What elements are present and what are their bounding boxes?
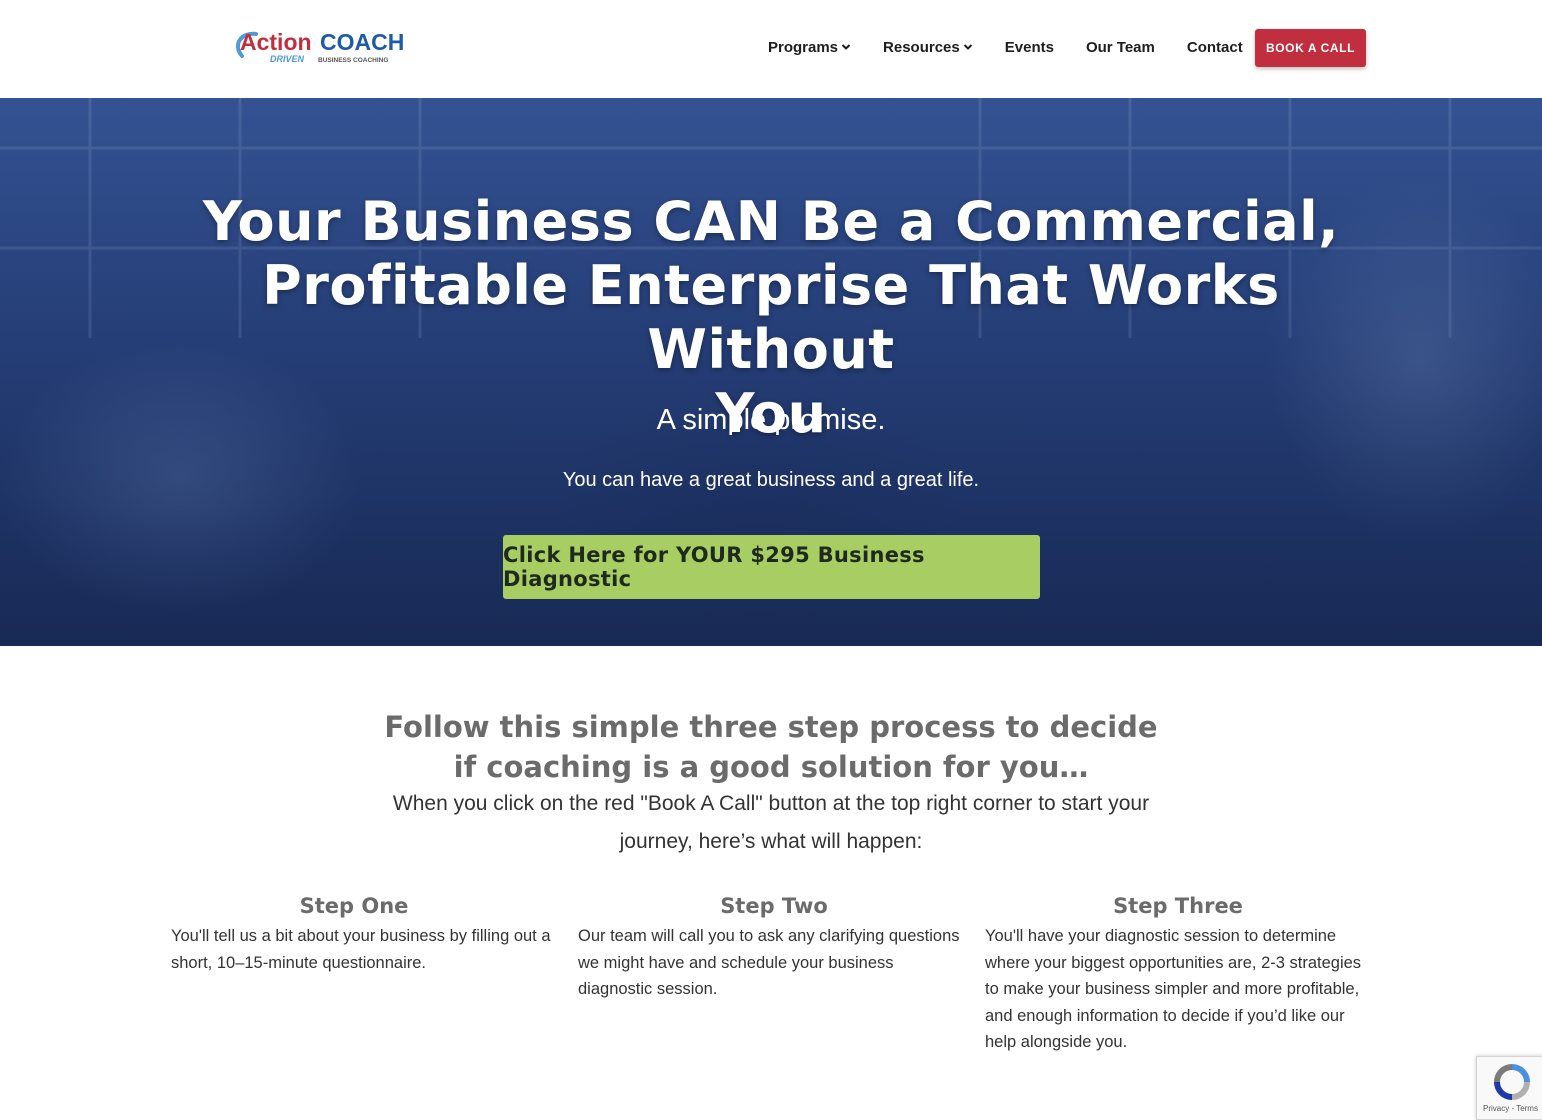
logo-action-text: Action <box>240 29 312 55</box>
business-diagnostic-cta-button[interactable]: Click Here for YOUR $295 Business Diagno… <box>503 535 1040 599</box>
step-title: Step One <box>299 894 409 918</box>
chevron-down-icon <box>963 44 972 50</box>
nav-programs-label: Programs <box>768 38 839 56</box>
main-nav: Programs Resources Events Our Team Conta… <box>752 28 1275 66</box>
recaptcha-links[interactable]: Privacy - Terms <box>1483 1104 1538 1113</box>
hero-title-line: Your Business CAN Be a Commercial, <box>202 190 1340 253</box>
process-intro-line: journey, here’s what will happen: <box>619 830 923 853</box>
step-two: Step Two Our team will call you to ask a… <box>578 894 970 1003</box>
nav-events[interactable]: Events <box>1005 39 1054 56</box>
logo-driven-text: DRIVEN <box>270 54 305 64</box>
nav-events-label: Events <box>1004 38 1054 56</box>
hero-banner: Your Business CAN Be a Commercial, Profi… <box>0 98 1542 646</box>
hero-title-line: Profitable Enterprise That Works Without <box>262 254 1280 381</box>
nav-contact-label: Contact <box>1186 38 1243 56</box>
step-text: Our team will call you to ask any clarif… <box>578 927 960 998</box>
nav-resources-label: Resources <box>883 38 960 56</box>
nav-programs[interactable]: Programs <box>768 39 851 56</box>
nav-resources[interactable]: Resources <box>883 39 973 56</box>
chevron-down-icon <box>841 44 851 50</box>
step-text: You'll have your diagnostic session to d… <box>985 927 1362 1051</box>
step-three: Step Three You'll have your diagnostic s… <box>985 894 1371 1056</box>
actioncoach-logo[interactable]: Action COACH DRIVEN BUSINESS COACHING <box>232 26 412 68</box>
site-header: Action COACH DRIVEN BUSINESS COACHING Pr… <box>0 0 1542 98</box>
process-intro-line: When you click on the red "Book A Call" … <box>392 792 1150 815</box>
process-title: Follow this simple three step process to… <box>0 707 1542 787</box>
hero-tagline: You can have a great business and a grea… <box>562 469 980 491</box>
process-title-line: if coaching is a good solution for you… <box>453 750 1089 784</box>
logo-tagline-text: BUSINESS COACHING <box>318 57 388 64</box>
step-one: Step One You'll tell us a bit about your… <box>171 894 557 976</box>
nav-contact[interactable]: Contact <box>1187 39 1243 56</box>
step-title: Step Three <box>1113 894 1243 918</box>
step-title: Step Two <box>720 894 828 918</box>
logo-coach-text: COACH <box>320 29 404 55</box>
process-title-line: Follow this simple three step process to… <box>384 710 1158 744</box>
nav-our-team[interactable]: Our Team <box>1086 39 1155 56</box>
step-text: You'll tell us a bit about your business… <box>171 927 551 972</box>
recaptcha-badge[interactable]: Privacy - Terms <box>1476 1056 1542 1120</box>
nav-our-team-label: Our Team <box>1085 38 1155 56</box>
hero-subtitle: A simple promise. <box>656 404 886 436</box>
recaptcha-icon <box>1494 1064 1530 1100</box>
book-a-call-button[interactable]: BOOK A CALL <box>1255 29 1366 67</box>
